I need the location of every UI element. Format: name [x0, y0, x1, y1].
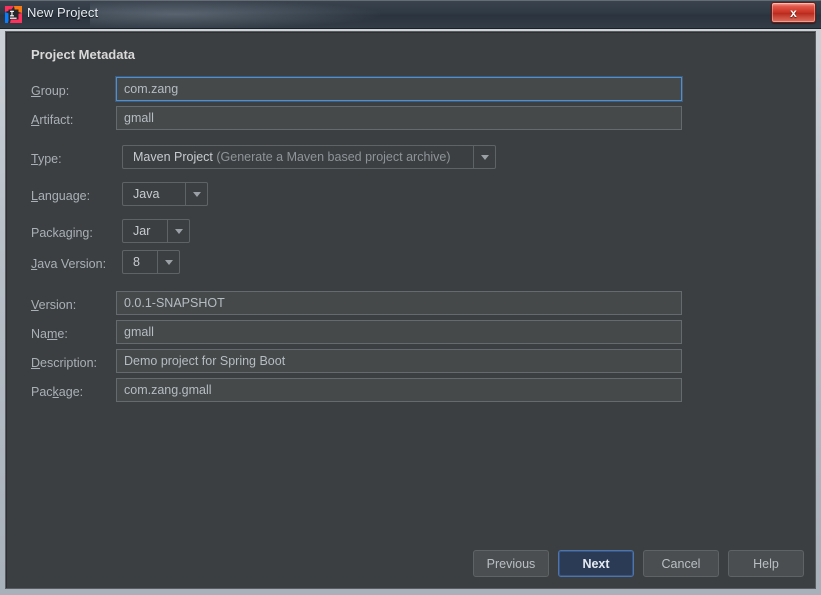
close-icon: x [772, 3, 815, 22]
chevron-down-icon[interactable] [185, 183, 207, 205]
label-package: Package: [31, 385, 83, 399]
group-input-value: com.zang [124, 82, 178, 96]
help-button[interactable]: Help [728, 550, 804, 577]
type-dropdown-hint: (Generate a Maven based project archive) [216, 150, 450, 164]
description-input[interactable]: Demo project for Spring Boot [116, 349, 682, 373]
type-dropdown[interactable]: Maven Project (Generate a Maven based pr… [122, 145, 496, 169]
intellij-idea-icon [5, 6, 22, 23]
label-artifact: Artifact: [31, 113, 73, 127]
chevron-down-icon[interactable] [167, 220, 189, 242]
window-title: New Project [27, 5, 98, 20]
close-button[interactable]: x [771, 2, 816, 23]
type-dropdown-value: Maven Project (Generate a Maven based pr… [123, 146, 473, 168]
title-bar-highlight [90, 0, 380, 29]
package-input[interactable]: com.zang.gmall [116, 378, 682, 402]
java-version-dropdown[interactable]: 8 [122, 250, 180, 274]
packaging-dropdown-value: Jar [123, 220, 167, 242]
previous-button[interactable]: Previous [473, 550, 549, 577]
chevron-down-icon[interactable] [473, 146, 495, 168]
label-type: Type: [31, 152, 62, 166]
version-input-value: 0.0.1-SNAPSHOT [124, 296, 225, 310]
dialog-content: Project Metadata Group: com.zang Artifac… [5, 31, 816, 589]
package-input-value: com.zang.gmall [124, 383, 212, 397]
artifact-input-value: gmall [124, 111, 154, 125]
group-input[interactable]: com.zang [116, 77, 682, 101]
name-input[interactable]: gmall [116, 320, 682, 344]
language-dropdown[interactable]: Java [122, 182, 208, 206]
cancel-button[interactable]: Cancel [643, 550, 719, 577]
label-description: Description: [31, 356, 97, 370]
language-dropdown-value: Java [123, 183, 185, 205]
label-group: Group: [31, 84, 69, 98]
artifact-input[interactable]: gmall [116, 106, 682, 130]
name-input-value: gmall [124, 325, 154, 339]
description-input-value: Demo project for Spring Boot [124, 354, 285, 368]
title-bar: New Project x [0, 0, 821, 29]
label-packaging: Packaging: [31, 226, 93, 240]
next-button[interactable]: Next [558, 550, 634, 577]
label-java-version: Java Version: [31, 257, 106, 271]
label-language: Language: [31, 189, 90, 203]
version-input[interactable]: 0.0.1-SNAPSHOT [116, 291, 682, 315]
label-version: Version: [31, 298, 76, 312]
java-version-dropdown-value: 8 [123, 251, 157, 273]
page-title: Project Metadata [31, 47, 135, 62]
label-name: Name: [31, 327, 68, 341]
window-frame: New Project x Project Metadata Group: co… [0, 0, 821, 595]
packaging-dropdown[interactable]: Jar [122, 219, 190, 243]
chevron-down-icon[interactable] [157, 251, 179, 273]
